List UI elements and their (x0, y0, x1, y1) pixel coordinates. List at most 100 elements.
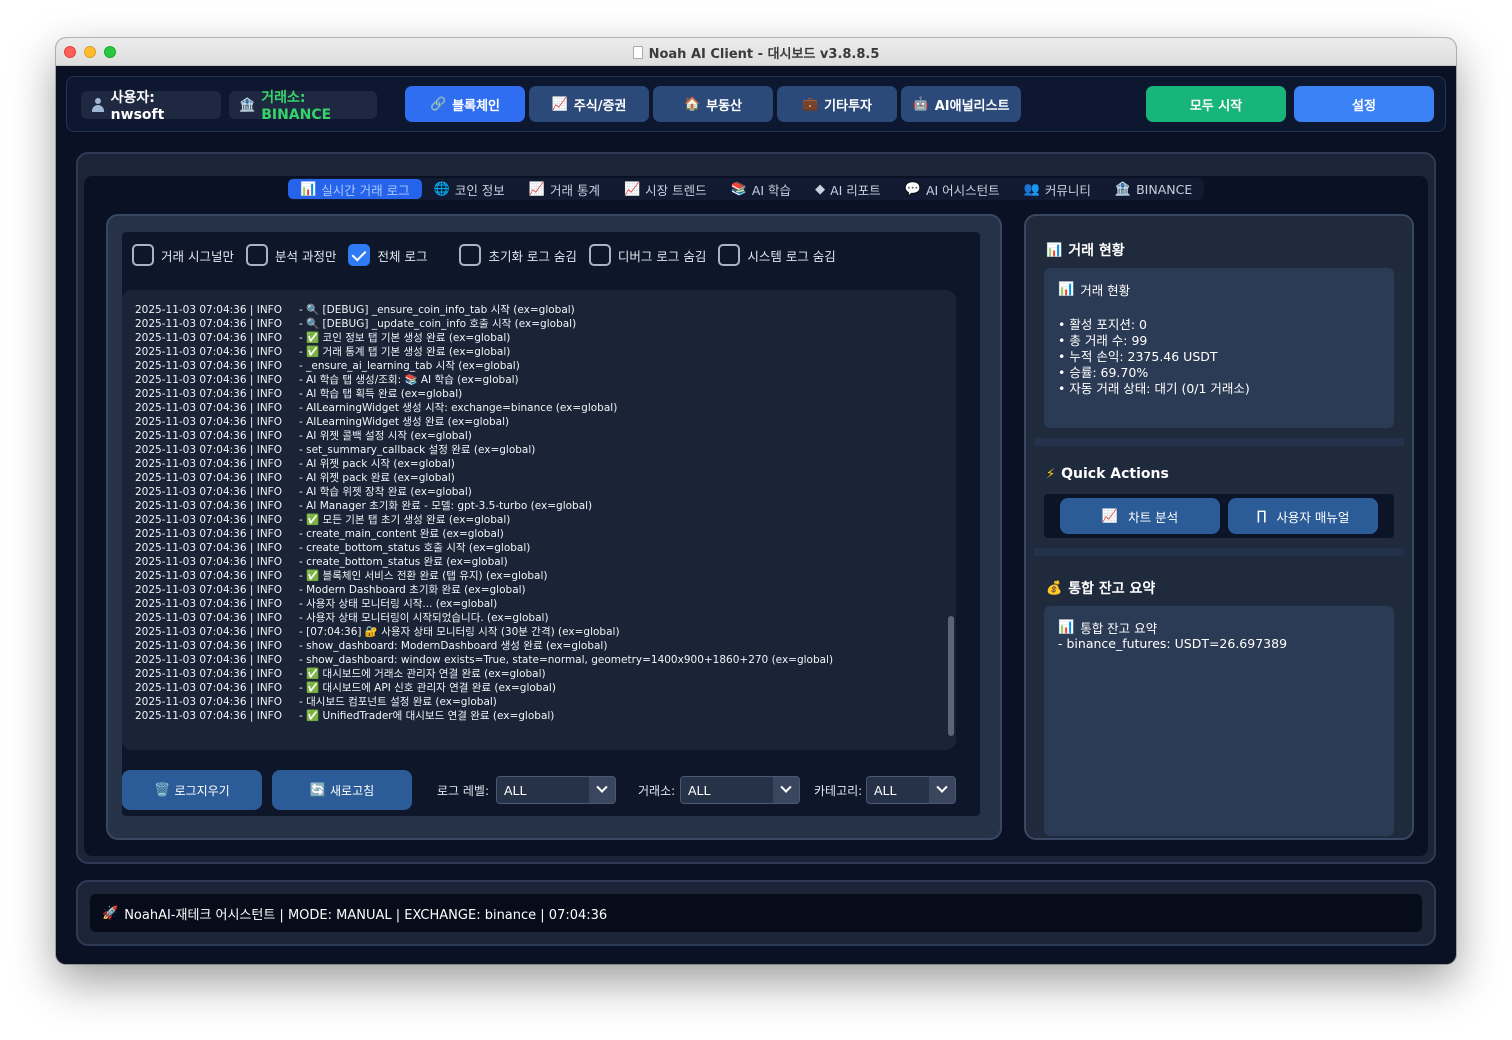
nav-realestate-button[interactable]: 🏠 부동산 (653, 86, 773, 122)
bar-chart-icon: 📊 (1058, 282, 1075, 297)
log-message: - ✅ 거래 통계 탭 기본 생성 완료 (ex=global) (299, 346, 511, 358)
log-level-select[interactable]: ALL (496, 776, 616, 804)
speech-icon: 💬 (904, 181, 921, 197)
document-icon (632, 45, 643, 59)
log-message: - Modern Dashboard 초기화 완료 (ex=global) (299, 584, 526, 596)
category-filter-select[interactable]: ALL (866, 776, 956, 804)
checkbox-hide-init[interactable] (459, 244, 482, 266)
filter-analysis-only[interactable]: 분석 과정만 (245, 244, 336, 266)
log-line: 2025-11-03 07:04:36 | INFO - show_dashboa… (135, 639, 833, 653)
diamond-icon: ◆ (815, 181, 826, 197)
log-timestamp: 2025-11-03 07:04:36 | INFO (135, 556, 282, 568)
log-message: - ✅ 대시보드에 API 신호 관리자 연결 완료 (ex=global) (299, 682, 556, 694)
checkbox-hide-system[interactable] (718, 244, 741, 266)
log-message: - 🔍 [DEBUG] _ensure_coin_info_tab 시작 (ex… (299, 304, 575, 316)
tab-trade-stats[interactable]: 📈 거래 통계 (517, 179, 612, 199)
log-level-label: 로그 레벨: (437, 784, 490, 798)
app-content: 사용자: nwsoft 🏦 거래소: BINANCE 🔗 블록체인 📈 주식/증… (56, 66, 1456, 964)
money-bag-icon: 💰 (1046, 580, 1063, 596)
tab-community[interactable]: 👥 커뮤니티 (1012, 179, 1103, 199)
status-bar-panel: 🚀 NoahAI-재테크 어시스턴트 | MODE: MANUAL | EXCH… (76, 880, 1436, 946)
clear-log-button[interactable]: 🗑️ 로그지우기 (122, 770, 262, 810)
chart-icon: 📈 (551, 96, 568, 112)
nav-ai-analyst-button[interactable]: 🤖 AI애널리스트 (901, 86, 1021, 122)
checkbox-analysis[interactable] (245, 244, 268, 266)
chevron-down-icon (929, 777, 955, 803)
log-timestamp: 2025-11-03 07:04:36 | INFO (135, 444, 282, 456)
log-line: 2025-11-03 07:04:36 | INFO - show_dashboa… (135, 653, 833, 667)
log-line: 2025-11-03 07:04:36 | INFO - AI 위젯 pack 완… (135, 471, 833, 485)
chevron-down-icon (589, 777, 615, 803)
main-panel: 📊 실시간 거래 로그 🌐 코인 정보 📈 거래 통계 📈 시장 트렌드 📚 A… (76, 152, 1436, 864)
log-line: 2025-11-03 07:04:36 | INFO - AI Manager 초… (135, 499, 833, 513)
refresh-button[interactable]: 🔄 새로고침 (272, 770, 412, 810)
log-line: 2025-11-03 07:04:36 | INFO - [07:04:36] 🔐… (135, 625, 833, 639)
top-bar: 사용자: nwsoft 🏦 거래소: BINANCE 🔗 블록체인 📈 주식/증… (66, 76, 1446, 132)
tab-coin-info[interactable]: 🌐 코인 정보 (422, 179, 517, 199)
log-timestamp: 2025-11-03 07:04:36 | INFO (135, 332, 282, 344)
tab-ai-assistant[interactable]: 💬 AI 어시스턴트 (893, 179, 1012, 199)
tab-bar: 📊 실시간 거래 로그 🌐 코인 정보 📈 거래 통계 📈 시장 트렌드 📚 A… (288, 178, 1205, 200)
log-message: - show_dashboard: ModernDashboard 생성 완료 … (299, 640, 608, 652)
log-timestamp: 2025-11-03 07:04:36 | INFO (135, 584, 282, 596)
log-output[interactable]: 2025-11-03 07:04:36 | INFO - 🔍 [DEBUG] _e… (122, 290, 956, 750)
filter-hide-init-logs[interactable]: 초기화 로그 숨김 (459, 244, 577, 266)
tab-realtime-log[interactable]: 📊 실시간 거래 로그 (288, 179, 422, 199)
manual-icon: ∏ (1256, 508, 1267, 524)
start-all-button[interactable]: 모두 시작 (1146, 86, 1286, 122)
filter-hide-debug-logs[interactable]: 디버그 로그 숨김 (588, 244, 706, 266)
log-message: - ✅ 대시보드에 거래소 관리자 연결 완료 (ex=global) (299, 668, 546, 680)
user-manual-button[interactable]: ∏ 사용자 매뉴얼 (1228, 498, 1378, 534)
app-window: Noah AI Client - 대시보드 v3.8.8.5 사용자: nwso… (56, 38, 1456, 964)
log-timestamp: 2025-11-03 07:04:36 | INFO (135, 514, 282, 526)
log-line: 2025-11-03 07:04:36 | INFO - ✅ UnifiedTra… (135, 709, 833, 723)
log-message: - AI 위젯 pack 시작 (ex=global) (299, 458, 455, 470)
tab-ai-report[interactable]: ◆ AI 리포트 (803, 179, 893, 199)
checkbox-trade-signal[interactable] (132, 244, 154, 266)
checkbox-hide-debug[interactable] (588, 244, 611, 266)
trade-status-card: 📊 거래 현황 • 활성 포지션: 0 • 총 거래 수: 99 • 누적 손익… (1044, 268, 1394, 428)
log-panel: 거래 시그널만 분석 과정만 전체 로그 초기화 로그 숨김 디버그 로그 숨김… (106, 214, 1002, 840)
log-line: 2025-11-03 07:04:36 | INFO - 사용자 상태 모니터링 … (135, 597, 833, 611)
log-line: 2025-11-03 07:04:36 | INFO - set_summary_… (135, 443, 833, 457)
log-message: - ✅ 모든 기본 탭 초기 생성 완료 (ex=global) (299, 514, 511, 526)
chart-analysis-button[interactable]: 📈 차트 분석 (1060, 498, 1220, 534)
exchange-label: 거래소: BINANCE (261, 90, 332, 123)
bank-icon: 🏦 (239, 97, 256, 113)
nav-blockchain-button[interactable]: 🔗 블록체인 (405, 86, 525, 122)
log-timestamp: 2025-11-03 07:04:36 | INFO (135, 528, 282, 540)
log-message: - AI 학습 탭 생성/조회: 📚 AI 학습 (ex=global) (299, 374, 519, 386)
nav-stocks-button[interactable]: 📈 주식/증권 (529, 86, 649, 122)
log-timestamp: 2025-11-03 07:04:36 | INFO (135, 304, 282, 316)
filter-hide-system-logs[interactable]: 시스템 로그 숨김 (718, 244, 836, 266)
trend-icon: 📈 (623, 181, 641, 197)
log-message: - 대시보드 컴포넌트 설정 완료 (ex=global) (299, 696, 497, 708)
log-timestamp: 2025-11-03 07:04:36 | INFO (135, 318, 282, 330)
log-line: 2025-11-03 07:04:36 | INFO - create_main_… (135, 527, 833, 541)
filter-trade-signal-only[interactable]: 거래 시그널만 (132, 244, 234, 266)
exchange-filter-select[interactable]: ALL (680, 776, 800, 804)
log-message: - [07:04:36] 🔐 사용자 상태 모니터링 시작 (30분 간격) (… (299, 626, 620, 638)
tab-binance[interactable]: 🏦 BINANCE (1103, 179, 1204, 199)
nav-other-invest-button[interactable]: 💼 기타투자 (777, 86, 897, 122)
briefcase-icon: 💼 (801, 96, 819, 112)
quick-actions-bar: 📈 차트 분석 ∏ 사용자 매뉴얼 (1044, 494, 1394, 538)
settings-button[interactable]: 설정 (1294, 86, 1434, 122)
tab-ai-learning[interactable]: 📚 AI 학습 (719, 179, 803, 199)
checkbox-all-logs[interactable] (348, 244, 371, 266)
log-scrollbar[interactable] (948, 616, 954, 736)
people-icon: 👥 (1023, 181, 1040, 197)
status-bar: 🚀 NoahAI-재테크 어시스턴트 | MODE: MANUAL | EXCH… (90, 894, 1422, 932)
tab-market-trend[interactable]: 📈 시장 트렌드 (612, 179, 719, 199)
log-message: - AI Manager 초기화 완료 - 모델: gpt-3.5-turbo … (299, 500, 593, 512)
filter-all-logs[interactable]: 전체 로그 (348, 244, 427, 266)
exchange-badge: 🏦 거래소: BINANCE (229, 90, 377, 123)
log-lines: 2025-11-03 07:04:36 | INFO - 🔍 [DEBUG] _e… (135, 303, 833, 723)
log-line: 2025-11-03 07:04:36 | INFO - AI 학습 탭 획득 완… (135, 387, 833, 401)
trash-icon: 🗑️ (154, 782, 171, 798)
books-icon: 📚 (730, 181, 747, 197)
log-message: - set_summary_callback 설정 완료 (ex=global) (299, 444, 536, 456)
log-message: - AI 학습 탭 획득 완료 (ex=global) (299, 388, 463, 400)
log-line: 2025-11-03 07:04:36 | INFO - _ensure_ai_l… (135, 359, 833, 373)
log-timestamp: 2025-11-03 07:04:36 | INFO (135, 416, 282, 428)
